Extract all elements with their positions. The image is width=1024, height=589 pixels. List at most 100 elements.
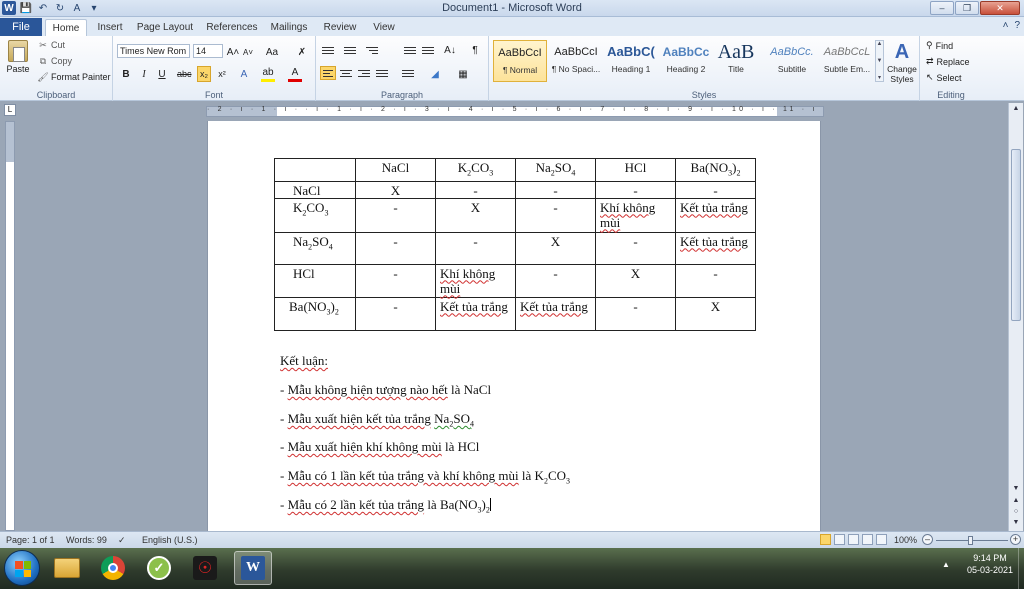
table-cell[interactable]: X	[435, 197, 516, 233]
table-cell[interactable]: Ba(NO3)2	[274, 296, 356, 331]
table-cell[interactable]: -	[595, 296, 676, 331]
style-no-spacing[interactable]: AaBbCcI ¶ No Spaci...	[549, 40, 603, 82]
align-left-icon[interactable]	[320, 66, 336, 80]
decrease-indent-icon[interactable]	[402, 43, 418, 57]
table-cell[interactable]: NaCl	[274, 180, 356, 199]
show-formatting-marks-icon[interactable]: ¶	[468, 42, 482, 58]
table-cell[interactable]: HCl	[595, 158, 676, 182]
underline-icon[interactable]: U	[155, 66, 169, 82]
reaction-table[interactable]: NaCl K2CO3 Na2SO4 HCl Ba(NO3)2 NaCl X - …	[274, 158, 756, 331]
table-cell[interactable]: Kết tủa trắng	[435, 296, 516, 331]
change-styles-button[interactable]: A Change Styles	[886, 40, 918, 84]
table-cell[interactable]: -	[435, 231, 516, 265]
replace-button[interactable]: ⇄ Replace	[926, 56, 970, 67]
table-cell[interactable]: -	[435, 180, 516, 199]
web-layout-view-button[interactable]	[848, 534, 859, 545]
table-cell[interactable]: Khí không mùi	[595, 197, 676, 233]
outline-view-button[interactable]	[862, 534, 873, 545]
table-cell[interactable]: -	[355, 197, 436, 233]
minimize-button[interactable]: –	[930, 1, 954, 15]
copy-button[interactable]: ⧉ Copy	[38, 56, 72, 67]
table-cell[interactable]: -	[355, 231, 436, 265]
conclusion-line-1[interactable]: - Mẫu không hiện tượng nào hết là NaCl	[280, 382, 491, 398]
increase-indent-icon[interactable]	[420, 43, 436, 57]
table-cell[interactable]: X	[675, 296, 756, 331]
show-desktop-button[interactable]	[1018, 548, 1024, 589]
paste-button[interactable]: Paste	[4, 40, 32, 84]
font-size-dropdown[interactable]: 14	[193, 44, 223, 58]
start-button[interactable]	[4, 550, 40, 586]
table-cell[interactable]: -	[515, 180, 596, 199]
taskbar-explorer[interactable]	[48, 551, 86, 585]
conclusion-line-4[interactable]: - Mẫu có 1 lần kết tủa trắng và khí khôn…	[280, 468, 570, 490]
previous-page-icon[interactable]: ▲	[1011, 497, 1021, 507]
conclusion-heading[interactable]: Kết luận:	[280, 353, 328, 369]
table-cell[interactable]: -	[595, 231, 676, 265]
close-button[interactable]: ✕	[980, 1, 1020, 15]
style-normal[interactable]: AaBbCcI ¶ Normal	[493, 40, 547, 82]
table-cell[interactable]: X	[515, 231, 596, 265]
superscript-icon[interactable]: x²	[215, 66, 229, 82]
gallery-more-icon[interactable]: ▾	[878, 74, 881, 81]
help-icon[interactable]: ?	[1014, 20, 1020, 31]
table-cell[interactable]: HCl	[274, 263, 356, 298]
table-cell[interactable]: Khí không mùi	[435, 263, 516, 298]
gallery-down-icon[interactable]: ▼	[877, 58, 883, 64]
conclusion-line-3[interactable]: - Mẫu xuất hiện khí không mùi là HCl	[280, 439, 479, 455]
table-cell[interactable]: Ba(NO3)2	[675, 158, 756, 182]
change-case-icon[interactable]: Aa	[265, 44, 279, 60]
tab-references[interactable]: References	[204, 19, 260, 36]
clear-formatting-icon[interactable]: ✗	[295, 44, 309, 60]
table-cell[interactable]: X	[595, 263, 676, 298]
multilevel-list-icon[interactable]	[364, 43, 380, 57]
tab-page-layout[interactable]: Page Layout	[136, 19, 194, 36]
zoom-slider-knob[interactable]	[968, 536, 973, 545]
text-effects-icon[interactable]: A	[237, 66, 251, 82]
align-right-icon[interactable]	[356, 66, 372, 80]
zoom-slider[interactable]	[936, 536, 1008, 545]
shrink-font-icon[interactable]: A˅	[241, 44, 255, 60]
table-cell[interactable]: K2CO3	[274, 197, 356, 233]
bold-icon[interactable]: B	[119, 66, 133, 82]
subscript-icon[interactable]: x₂	[197, 66, 211, 82]
zoom-level[interactable]: 100%	[894, 535, 917, 545]
tab-file[interactable]: File	[0, 18, 42, 36]
taskbar-red-app[interactable]: ☉	[186, 551, 224, 585]
table-cell[interactable]: Na2SO4	[274, 231, 356, 265]
full-screen-reading-view-button[interactable]	[834, 534, 845, 545]
table-cell[interactable]: -	[515, 197, 596, 233]
borders-icon[interactable]: ▦	[456, 66, 470, 82]
table-cell[interactable]	[274, 158, 356, 182]
table-cell[interactable]: NaCl	[355, 158, 436, 182]
tab-insert[interactable]: Insert	[92, 19, 128, 36]
next-page-icon[interactable]: ▼	[1011, 519, 1021, 529]
show-hidden-icons-icon[interactable]: ▲	[942, 560, 950, 569]
tab-review[interactable]: Review	[322, 19, 358, 36]
table-cell[interactable]: -	[355, 296, 436, 331]
bullets-icon[interactable]	[320, 43, 336, 57]
align-center-icon[interactable]	[338, 66, 354, 80]
zoom-out-button[interactable]: –	[922, 534, 933, 545]
proofing-icon[interactable]: ✓	[118, 535, 126, 546]
shading-icon[interactable]: ◢	[428, 66, 442, 82]
zoom-in-button[interactable]: +	[1010, 534, 1021, 545]
taskbar-chrome[interactable]	[94, 551, 132, 585]
table-cell[interactable]: K2CO3	[435, 158, 516, 182]
vertical-scrollbar[interactable]: ▲ ▼ ▲ ○ ▼	[1008, 103, 1023, 531]
styles-gallery-scroll[interactable]: ▲ ▼ ▾	[875, 40, 884, 82]
table-cell[interactable]: -	[355, 263, 436, 298]
strikethrough-icon[interactable]: abc	[177, 66, 192, 82]
sort-icon[interactable]: A↓	[443, 42, 457, 58]
tab-mailings[interactable]: Mailings	[268, 19, 310, 36]
table-cell[interactable]: Na2SO4	[515, 158, 596, 182]
font-color-icon[interactable]: A	[288, 66, 302, 82]
horizontal-ruler[interactable]: · 2 · ı · 1 · ı · · ı · 1 · ı · 2 · ı · …	[206, 106, 824, 117]
justify-icon[interactable]	[374, 66, 390, 80]
find-button[interactable]: ⚲ Find	[926, 40, 953, 51]
grow-font-icon[interactable]: A˄	[226, 44, 240, 60]
gallery-up-icon[interactable]: ▲	[877, 41, 883, 47]
table-cell[interactable]: -	[675, 180, 756, 199]
table-cell[interactable]: -	[675, 263, 756, 298]
table-cell[interactable]: Kết tủa trắng	[675, 231, 756, 265]
browse-object-icon[interactable]: ○	[1011, 508, 1021, 518]
